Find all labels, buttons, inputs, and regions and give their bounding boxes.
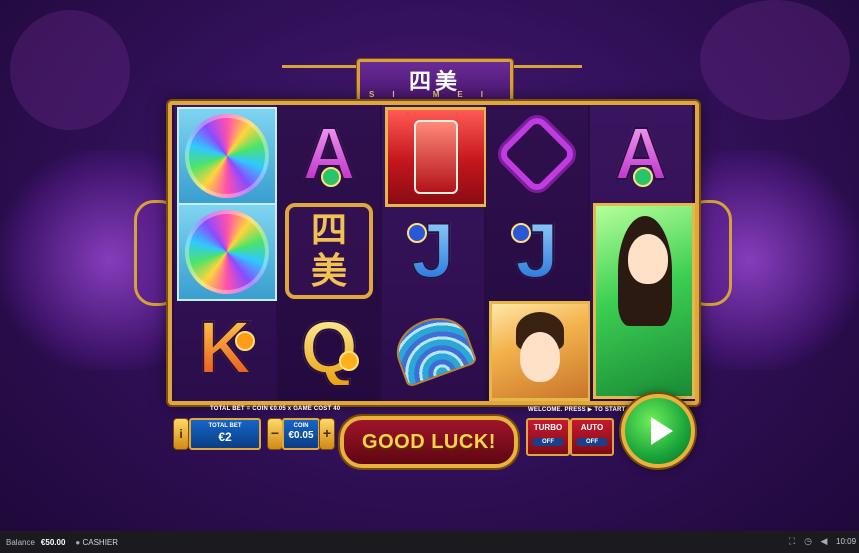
chinese-knot-icon <box>495 112 579 196</box>
reels-frame: K A 四 美 Q J J A <box>168 101 699 405</box>
coin-value: €0.05 <box>288 430 314 441</box>
plus-icon: + <box>322 425 332 441</box>
auto-state: OFF <box>577 438 607 446</box>
orange-gem-icon <box>339 351 359 371</box>
fan-symbol <box>385 301 481 395</box>
cashier-button[interactable]: ● CASHIER <box>75 538 118 547</box>
si-mei-logo: 四 美 <box>285 203 373 299</box>
umbrella-symbol <box>177 107 277 205</box>
cashier-icon: ● <box>75 537 81 547</box>
knot-symbol <box>489 107 585 201</box>
control-panel: TOTAL BET = COIN €0.05 x GAME COST 40 WE… <box>165 394 695 478</box>
umbrella-symbol <box>177 203 277 301</box>
fullscreen-icon[interactable]: ⛶ <box>787 536 797 546</box>
background-flower <box>10 10 130 130</box>
reel-4: J <box>486 105 591 401</box>
total-bet-label: TOTAL BET <box>208 423 242 429</box>
coin-display: COIN €0.05 <box>282 418 320 450</box>
reel-5: A <box>590 105 695 401</box>
auto-label: AUTO <box>580 423 604 432</box>
bottom-bar: Balance €50.00 ● CASHIER ⛶ ◷ ◀ 10:09 <box>0 531 859 553</box>
green-gem-icon <box>633 167 653 187</box>
golden-lady-symbol <box>489 301 591 401</box>
k-symbol: K <box>177 301 273 395</box>
orange-gem-icon <box>235 331 255 351</box>
reel-3: J <box>382 105 487 401</box>
q-symbol: Q <box>281 301 377 395</box>
lady-face <box>520 332 560 382</box>
turbo-label: TURBO <box>533 423 563 432</box>
game-stage: 四美 SI MEI K A 四 美 Q J J A TOTAL BET = CO… <box>0 0 859 531</box>
coin-plus-button[interactable]: + <box>319 418 335 450</box>
background-flower <box>700 0 850 120</box>
title-plaque: 四美 SI MEI <box>357 59 513 103</box>
clock: 10:09 <box>836 537 857 546</box>
info-icon: i <box>179 427 183 441</box>
blue-gem-icon <box>407 223 427 243</box>
game-title-plaque: 四美 SI MEI <box>282 55 582 103</box>
balance-value: €50.00 <box>40 537 66 547</box>
minus-icon: − <box>270 425 280 441</box>
coin-label: COIN <box>293 423 309 429</box>
sound-icon[interactable]: ◀ <box>819 536 829 546</box>
robe-sash <box>414 120 458 194</box>
reel-1: K <box>174 105 277 401</box>
si-mei-logo-symbol: 四 美 <box>281 201 377 301</box>
fan-icon <box>388 308 478 388</box>
parasol-icon <box>185 210 269 294</box>
green-gem-icon <box>321 167 341 187</box>
parasol-icon <box>185 114 269 198</box>
history-icon[interactable]: ◷ <box>803 536 813 546</box>
q-letter: Q <box>299 306 359 389</box>
info-button[interactable]: i <box>173 418 189 450</box>
play-icon <box>651 417 673 445</box>
j-symbol: J <box>385 203 481 297</box>
a-symbol: A <box>593 107 689 201</box>
j-symbol: J <box>489 203 585 297</box>
total-bet-value: €2 <box>218 430 232 444</box>
game-title-english: SI MEI <box>368 90 501 99</box>
coin-minus-button[interactable]: − <box>267 418 283 450</box>
balance-label: Balance <box>6 537 35 547</box>
good-luck-banner: GOOD LUCK! <box>340 416 518 468</box>
blue-gem-icon <box>511 223 531 243</box>
lady-face <box>628 234 668 284</box>
turbo-button[interactable]: TURBO OFF <box>526 418 570 456</box>
total-bet-info: TOTAL BET = COIN €0.05 x GAME COST 40 <box>210 406 341 412</box>
logo-char-si: 四 <box>310 209 347 251</box>
welcome-message: WELCOME. PRESS ▶ TO START <box>528 407 626 413</box>
a-symbol: A <box>281 107 377 201</box>
total-bet-display: TOTAL BET €2 <box>189 418 261 450</box>
logo-char-mei: 美 <box>310 251 347 292</box>
reel-2: A 四 美 Q <box>278 105 380 401</box>
red-robe-symbol <box>385 107 487 207</box>
spin-button[interactable] <box>621 394 695 468</box>
auto-button[interactable]: AUTO OFF <box>570 418 614 456</box>
cashier-label: CASHIER <box>82 537 119 547</box>
green-lady-symbol <box>593 203 695 399</box>
turbo-state: OFF <box>533 438 563 446</box>
